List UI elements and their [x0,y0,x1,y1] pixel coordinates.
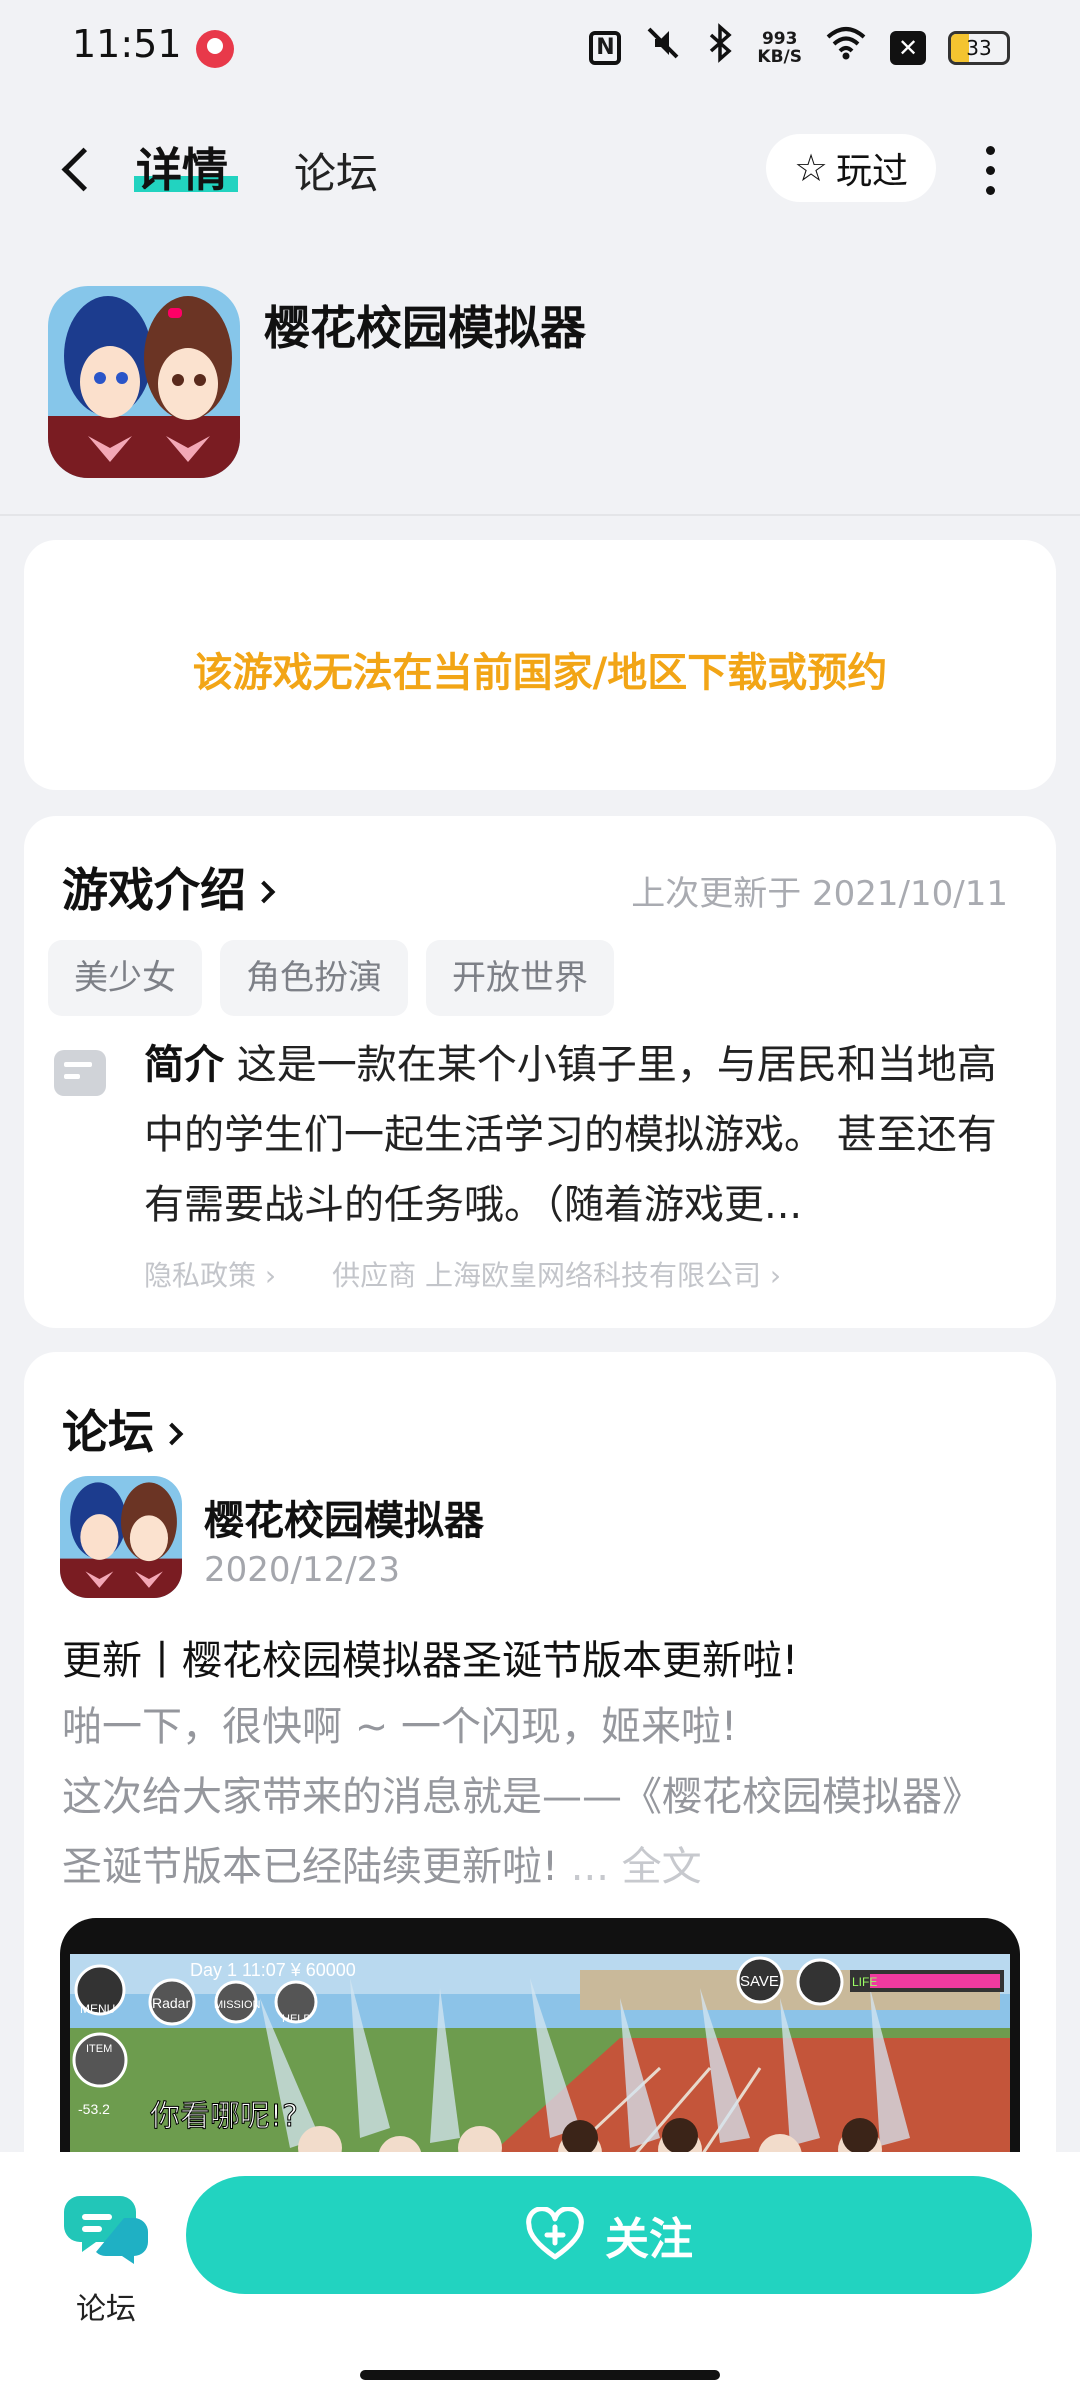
tag-item[interactable]: 美少女 [48,940,202,1016]
mute-icon [643,23,683,74]
post-author-avatar[interactable] [60,1476,182,1598]
post-author[interactable]: 樱花校园模拟器 [204,1488,484,1546]
summary-label: 简介 [144,1042,224,1088]
divider [0,514,1080,516]
forum-tab-label: 论坛 [76,2292,136,2327]
heart-plus-icon [526,2207,584,2260]
home-indicator[interactable] [360,2370,720,2380]
hud-save-label: SAVE [740,1973,779,1990]
app-icon [48,286,240,478]
forum-tab-button[interactable]: 论坛 [54,2182,158,2327]
intro-links: 隐私政策 › 供应商 上海欧皇网络科技有限公司 › [144,1254,781,1294]
status-time: 11:51 [72,22,182,66]
document-icon [54,1050,106,1096]
hud-item-label: ITEM [86,2043,112,2055]
wifi-icon [824,25,868,72]
post-body[interactable]: 啪一下，很快啊 ~ 一个闪现，姬来啦! 这次给大家带来的消息就是——《樱花校园模… [62,1692,1042,1902]
played-label: 玩过 [836,151,909,192]
follow-button[interactable]: 关注 [186,2176,1032,2294]
status-bar: 11:51 N 993 KB/S ✕ 33 [0,0,1080,96]
tab-details[interactable]: 详情 [136,134,228,200]
tag-item[interactable]: 角色扮演 [220,940,408,1016]
game-intro-card: 游戏介绍 上次更新于 2021/10/11 美少女 角色扮演 开放世界 简介 这… [24,816,1056,1328]
supplier-link[interactable]: 供应商 上海欧皇网络科技有限公司 › [332,1254,781,1294]
network-speed: 993 KB/S [757,29,802,67]
hud-value-label: -53.2 [78,2101,110,2117]
intro-summary[interactable]: 简介 这是一款在某个小镇子里，与居民和当地高中的学生们一起生活学习的模拟游戏。 … [144,1030,1024,1240]
battery-icon: 33 [948,31,1010,65]
chevron-right-icon [252,880,276,904]
close-box-icon: ✕ [890,31,926,65]
region-notice-card: 该游戏无法在当前国家/地区下载或预约 [24,540,1056,790]
last-updated: 上次更新于 2021/10/11 [631,874,1008,914]
hud-radar-label: Radar [152,1995,190,2011]
hud-mission-label: MISSION [214,1999,261,2011]
region-notice-text: 该游戏无法在当前国家/地区下载或预约 [192,650,888,696]
app-notification-icon [196,30,234,68]
hud-life-label: LIFE [852,1975,877,1989]
status-icons: N 993 KB/S ✕ 33 [589,22,1010,72]
tab-forum[interactable]: 论坛 [294,140,378,201]
forum-section-title[interactable]: 论坛 [62,1396,184,1462]
top-nav: 详情 论坛 ☆ 玩过 [0,120,1080,220]
hud-dialog-text: 你看哪呢!? [150,2099,298,2134]
hud-day-label: Day 1 11:07 ¥ 60000 [190,1960,356,1980]
post-title[interactable]: 更新丨樱花校园模拟器圣诞节版本更新啦! [62,1628,798,1686]
intro-section-title[interactable]: 游戏介绍 [62,854,276,920]
tag-item[interactable]: 开放世界 [426,940,614,1016]
post-date: 2020/12/23 [204,1550,400,1590]
summary-text: 这是一款在某个小镇子里，与居民和当地高中的学生们一起生活学习的模拟游戏。 甚至还… [144,1042,997,1228]
read-more-link[interactable]: ... 全文 [571,1844,702,1890]
bottom-action-bar: 论坛 关注 [0,2152,1080,2400]
tag-list: 美少女 角色扮演 开放世界 [48,940,614,1016]
follow-label: 关注 [605,2214,693,2265]
played-button[interactable]: ☆ 玩过 [766,134,936,202]
hud-menu-label: MENU [80,2002,115,2016]
back-button[interactable] [52,138,108,202]
more-options-button[interactable] [970,140,1010,200]
hud-help-label: HELP [282,2013,311,2025]
chevron-right-icon [160,1422,184,1446]
privacy-policy-link[interactable]: 隐私政策 › [144,1254,276,1294]
bluetooth-icon [705,22,735,74]
app-title: 樱花校园模拟器 [264,301,586,355]
nfc-icon: N [589,31,622,65]
star-icon: ☆ [793,146,829,190]
chat-bubble-icon [64,2196,148,2264]
